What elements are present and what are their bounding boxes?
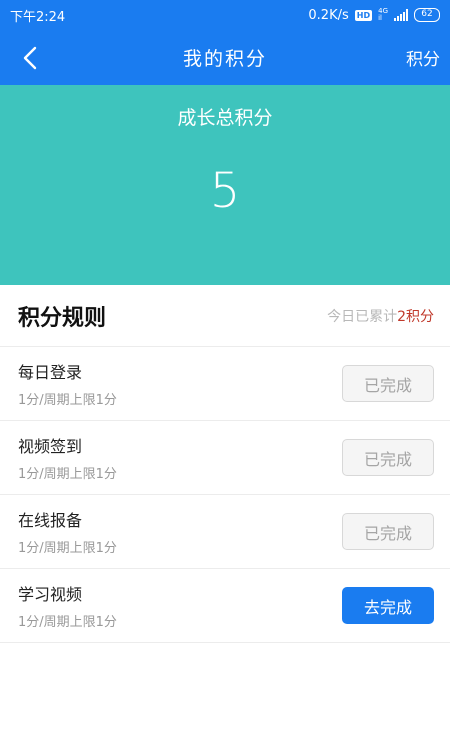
task-name: 学习视频	[18, 585, 83, 604]
go-complete-button[interactable]: 去完成	[342, 587, 434, 624]
task-name: 每日登录	[18, 363, 83, 382]
task-status-button[interactable]: 已完成	[342, 513, 434, 550]
task-status-button[interactable]: 已完成	[342, 365, 434, 402]
status-indicators: 0.2K/s HD 4G il 62	[308, 8, 440, 23]
task-row-daily-login: 每日登录 1分/周期上限1分 已完成	[0, 347, 450, 421]
rules-title: 积分规则	[18, 305, 107, 331]
task-info: 每日登录 1分/周期上限1分	[18, 359, 117, 408]
today-points-summary: 今日已累计2积分	[327, 306, 434, 326]
today-points-value: 2积分	[397, 308, 434, 325]
task-desc: 1分/周期上限1分	[18, 393, 117, 408]
total-points-label: 成长总积分	[177, 107, 273, 129]
task-row-video-checkin: 视频签到 1分/周期上限1分 已完成	[0, 421, 450, 495]
task-desc: 1分/周期上限1分	[18, 615, 117, 630]
task-row-study-video: 学习视频 1分/周期上限1分 去完成	[0, 569, 450, 643]
hd-badge: HD	[354, 9, 373, 21]
chevron-left-icon	[23, 46, 37, 70]
task-list: 每日登录 1分/周期上限1分 已完成 视频签到 1分/周期上限1分 已完成 在线…	[0, 347, 450, 643]
task-desc: 1分/周期上限1分	[18, 541, 117, 556]
task-name: 视频签到	[18, 437, 83, 456]
network-type: 4G il	[378, 8, 388, 22]
status-bar: 下午2:24 0.2K/s HD 4G il 62	[0, 0, 450, 30]
rules-header: 积分规则 今日已累计2积分	[0, 285, 450, 347]
task-info: 学习视频 1分/周期上限1分	[18, 581, 117, 630]
points-link[interactable]: 积分	[406, 45, 440, 70]
task-row-online-report: 在线报备 1分/周期上限1分 已完成	[0, 495, 450, 569]
task-desc: 1分/周期上限1分	[18, 467, 117, 482]
status-time: 下午2:24	[10, 9, 66, 25]
battery-icon: 62	[414, 8, 440, 22]
total-points-value: 5	[209, 163, 241, 219]
task-name: 在线报备	[18, 511, 83, 530]
back-button[interactable]	[10, 38, 50, 78]
task-status-button[interactable]: 已完成	[342, 439, 434, 476]
total-points-panel: 成长总积分 5	[0, 85, 450, 285]
network-type-bottom: il	[378, 14, 382, 22]
page-title: 我的积分	[182, 48, 267, 70]
nav-bar: 我的积分 积分	[0, 30, 450, 85]
network-speed: 0.2K/s	[308, 7, 349, 23]
task-info: 视频签到 1分/周期上限1分	[18, 433, 117, 482]
task-info: 在线报备 1分/周期上限1分	[18, 507, 117, 556]
today-points-prefix: 今日已累计	[327, 308, 398, 325]
signal-icon	[394, 9, 408, 21]
